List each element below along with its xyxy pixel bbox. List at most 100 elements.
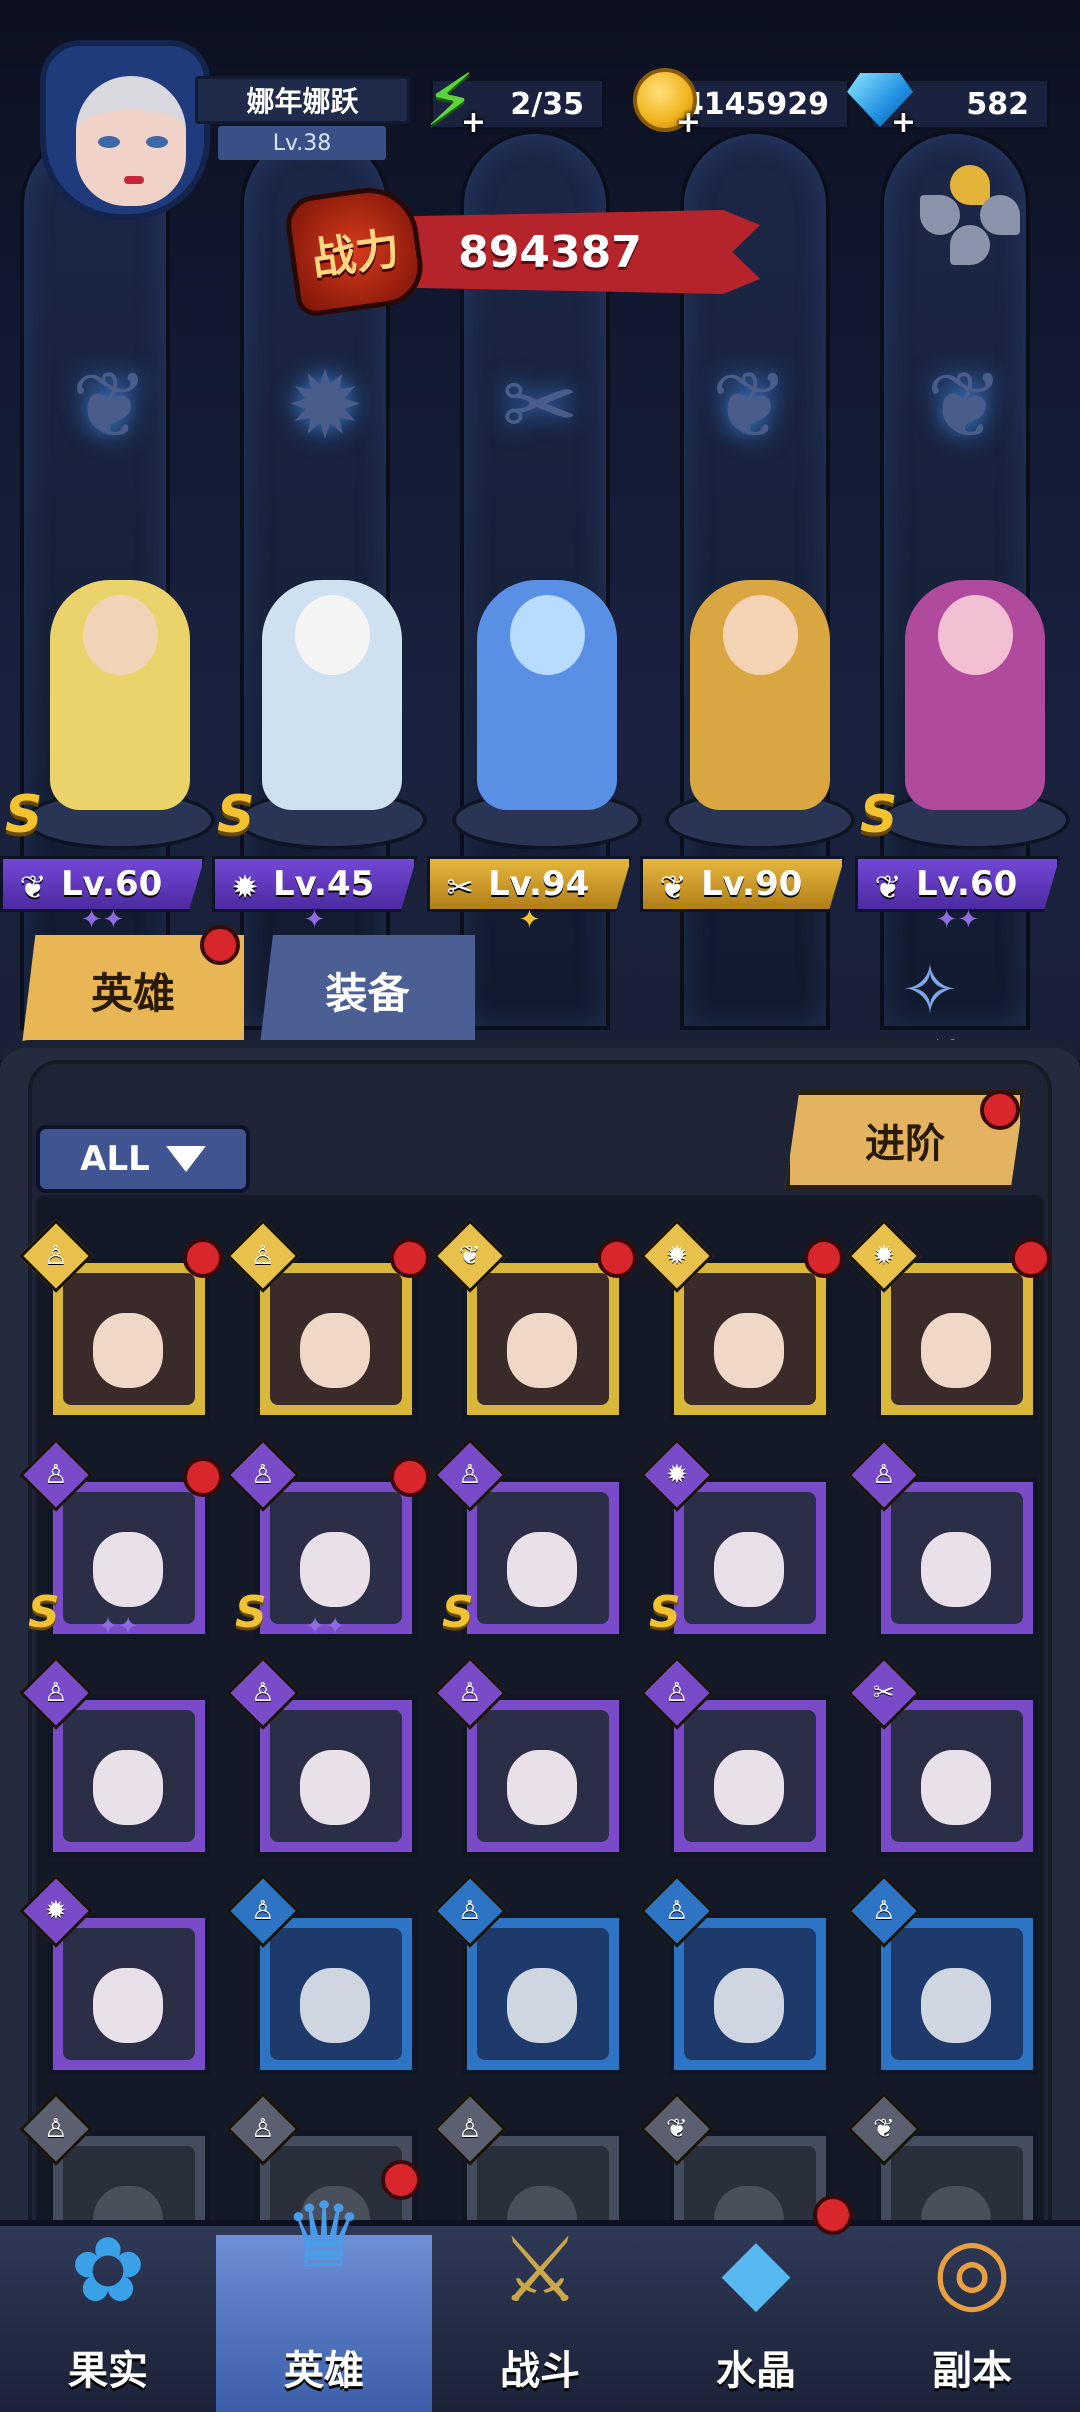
hero-card[interactable] [462,1913,624,2075]
hero-face [300,1532,370,1607]
hero-head [83,595,158,675]
hero-rank-badge: S [860,785,898,845]
wing-icon: ❦ [459,1240,481,1271]
notification-dot [813,2195,853,2235]
tab-equipment-label: 装备 [325,968,410,1018]
nav-label: 战斗 [500,2348,580,2394]
wing-emblem-icon: ❦ [926,351,1004,459]
hero-card[interactable] [255,1695,417,1857]
hero-level: Lv.60 [916,864,1018,904]
hero-card[interactable] [255,1258,417,1420]
hero-head [295,595,370,675]
hero-stars: ✦ [518,905,541,935]
hero-face [507,1532,577,1607]
fruit-icon: ✿ [70,2217,146,2323]
settings-gear-icon[interactable] [920,165,1020,265]
hero-rank-badge: S [28,1587,60,1638]
hero-rank-badge: S [235,1587,267,1638]
hero-level: Lv.45 [273,864,375,904]
hero-face [714,1532,784,1607]
hero-card[interactable] [876,1258,1038,1420]
gem-value: 582 [966,86,1029,122]
notification-dot [390,1238,430,1278]
hero-card[interactable] [669,1695,831,1857]
advance-label: 进阶 [865,1121,945,1167]
potion-icon: ♙ [872,1896,896,1926]
notification-dot [597,1238,637,1278]
hero-card[interactable] [669,1913,831,2075]
wing-emblem-icon: ❦ [711,351,789,459]
nav-item-1[interactable]: ✿ 果实 [0,2190,216,2412]
potion-icon: ♙ [44,2114,68,2144]
power-value: 894387 [458,226,642,278]
potion-icon: ♙ [872,1460,896,1490]
hero-card[interactable] [48,1258,210,1420]
hero-card[interactable] [669,1258,831,1420]
wing-icon: ❦ [873,2113,895,2144]
beast-icon: ✹ [231,868,259,906]
hero-card[interactable] [255,1913,417,2075]
hero-rank-badge: S [5,785,43,845]
potion-icon: ♙ [458,2114,482,2144]
tab-equipment[interactable]: 装备 [260,935,475,1045]
nav-item-5[interactable]: ◎ 副本 [864,2190,1080,2412]
filter-dropdown[interactable]: ALL [36,1125,250,1193]
hero-card[interactable] [669,1477,831,1639]
wrench-icon: ✂ [873,1677,895,1708]
potion-icon: ♙ [44,1241,68,1271]
wrench-emblem-icon: ✂ [501,351,579,459]
hero-face [93,1750,163,1825]
hero-face [714,1313,784,1388]
hero-card[interactable] [48,1695,210,1857]
crystal-icon: ◆ [721,2217,791,2323]
coin-add-button[interactable]: + [625,60,705,140]
potion-icon: ♙ [458,1460,482,1490]
hero-hat-icon: ♛ [283,2182,365,2288]
hero-card[interactable] [48,1913,210,2075]
hero-face [507,1313,577,1388]
notification-dot [183,1238,223,1278]
hero-face [300,1750,370,1825]
energy-add-button[interactable]: ⚡ + [410,58,490,142]
potion-icon: ♙ [251,1241,275,1271]
potion-icon: ♙ [458,1678,482,1708]
potion-icon: ♙ [251,1896,275,1926]
hero-card[interactable] [462,1258,624,1420]
player-avatar[interactable] [40,40,210,220]
wing-icon: ❦ [666,2113,688,2144]
filter-label: ALL [80,1139,150,1179]
hero-stars: ✦✦ [98,1612,139,1640]
nav-label: 副本 [932,2348,1012,2394]
hero-rank-badge: S [217,785,255,845]
hero-card[interactable] [876,1913,1038,2075]
beast-icon: ✹ [666,1459,688,1490]
nav-item-3[interactable]: ⚔ 战斗 [432,2190,648,2412]
nav-item-2[interactable]: ♛ 英雄 [216,2183,432,2412]
hero-level-tag: ❦ Lv.60 [855,856,1060,912]
potion-icon: ♙ [251,2114,275,2144]
nav-label: 果实 [68,2348,148,2394]
hero-face [507,1750,577,1825]
hero-face [714,1750,784,1825]
gem-add-button[interactable]: + [840,60,920,140]
potion-icon: ♙ [251,1460,275,1490]
hero-card[interactable] [462,1695,624,1857]
player-name: 娜年娜跃 [195,76,410,124]
potion-icon: ♙ [458,1896,482,1926]
hero-card[interactable] [876,1695,1038,1857]
nav-label: 英雄 [284,2348,364,2394]
nav-label: 水晶 [716,2348,796,2394]
hero-head [938,595,1013,675]
beast-icon: ✹ [873,1240,895,1271]
hero-card[interactable] [876,1477,1038,1639]
player-level: Lv.38 [218,126,386,160]
notification-dot [183,1457,223,1497]
notification-dot [390,1457,430,1497]
energy-value: 2/35 [510,86,584,122]
sword-icon: ⚔ [499,2217,581,2323]
hero-face [714,1968,784,2043]
hero-stars: ✦✦ [305,1612,346,1640]
hero-card[interactable] [462,1477,624,1639]
potion-icon: ♙ [251,1678,275,1708]
hero-level: Lv.94 [488,864,590,904]
